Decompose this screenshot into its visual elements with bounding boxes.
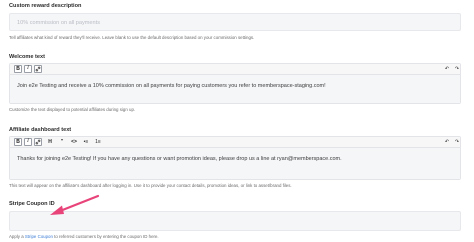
- annotation-arrow-icon: [50, 194, 100, 215]
